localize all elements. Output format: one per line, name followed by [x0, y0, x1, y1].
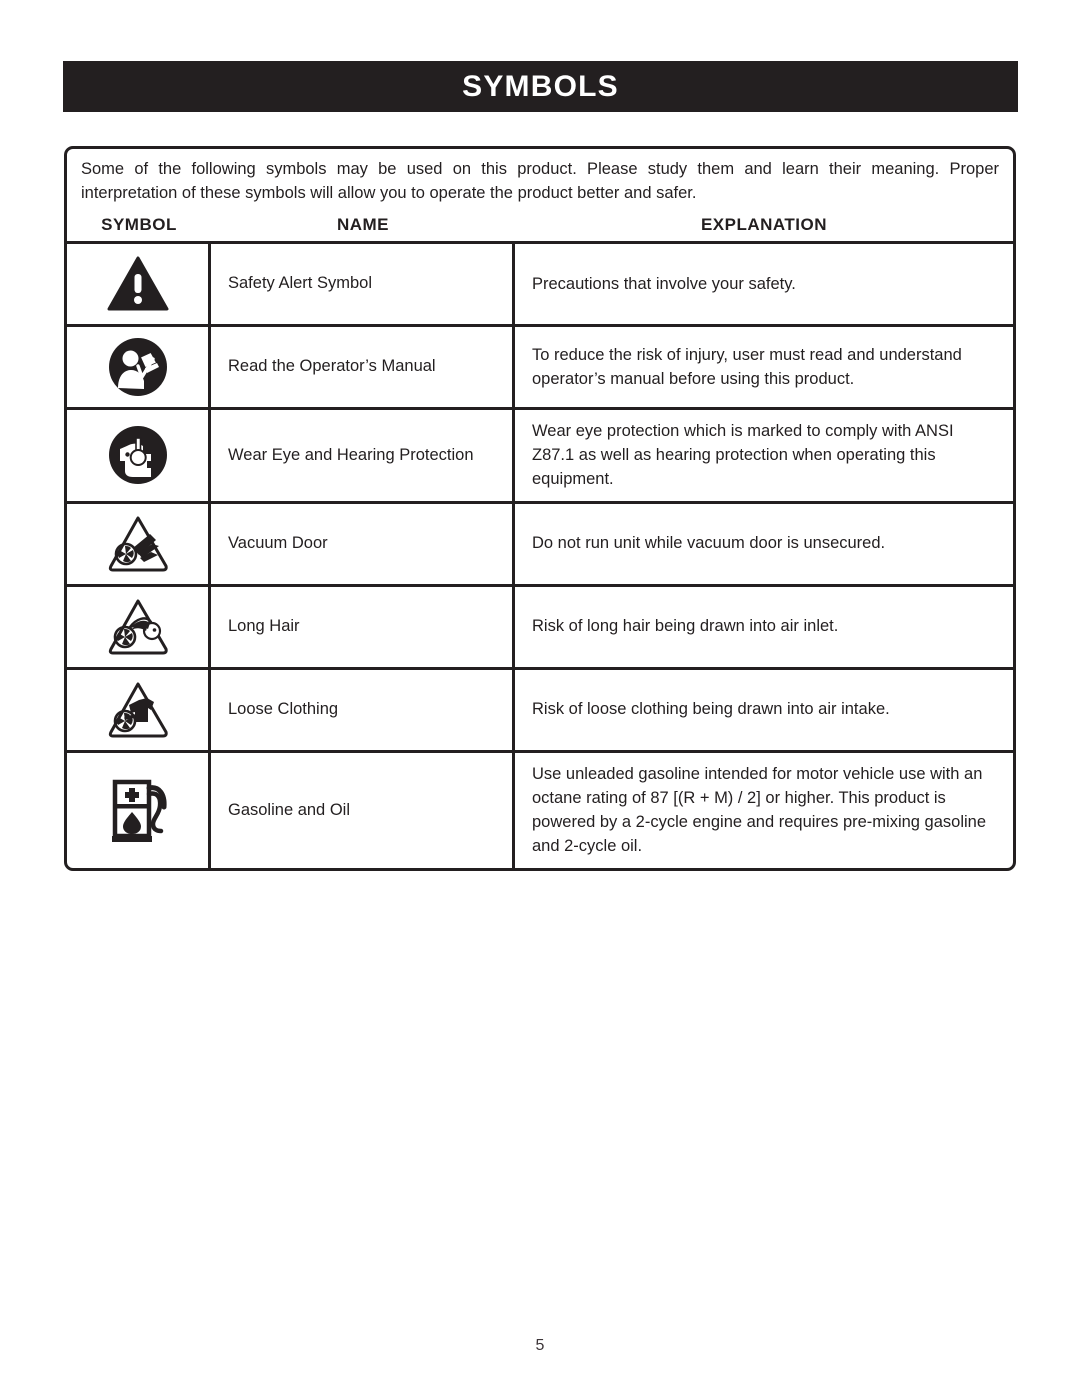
vacuum-door-warning-icon [106, 514, 170, 574]
symbol-name: Read the Operator’s Manual [211, 326, 515, 407]
symbol-cell [67, 409, 211, 501]
table-row: Read the Operator’s Manual To reduce the… [67, 326, 1013, 410]
symbol-cell [67, 669, 211, 750]
table-row: Long Hair Risk of long hair being drawn … [67, 586, 1013, 670]
symbol-explanation: Risk of long hair being drawn into air i… [532, 617, 839, 636]
column-header-symbol: SYMBOL [101, 214, 177, 234]
table-row: Wear Eye and Hearing Protection Wear eye… [67, 409, 1013, 504]
symbol-name: Loose Clothing [211, 669, 515, 750]
symbols-table: Some of the following symbols may be use… [64, 146, 1016, 871]
read-operators-manual-icon [107, 336, 169, 398]
symbol-explanation: Risk of loose clothing being drawn into … [532, 700, 890, 719]
symbol-name: Vacuum Door [211, 503, 515, 584]
symbol-explanation: Wear eye protection which is marked to c… [532, 421, 954, 489]
long-hair-warning-icon [106, 597, 170, 657]
intro-paragraph: Some of the following symbols may be use… [67, 149, 1013, 210]
gasoline-and-oil-pump-icon [105, 774, 171, 846]
table-header-row: SYMBOL NAME EXPLANATION [67, 210, 1013, 244]
safety-alert-triangle-icon [107, 256, 169, 312]
symbol-cell [67, 752, 211, 868]
page-title-band: SYMBOLS [63, 61, 1018, 112]
page-number: 5 [535, 1337, 545, 1354]
intro-line-1: Some of the following symbols may be use… [81, 160, 999, 178]
table-row: Loose Clothing Risk of loose clothing be… [67, 669, 1013, 753]
table-row: Vacuum Door Do not run unit while vacuum… [67, 503, 1013, 587]
symbol-explanation: Use unleaded gasoline intended for motor… [532, 764, 987, 856]
symbol-name: Wear Eye and Hearing Protection [211, 409, 515, 501]
symbol-cell [67, 243, 211, 324]
symbol-cell [67, 586, 211, 667]
symbol-cell [67, 503, 211, 584]
symbol-explanation: Precautions that involve your safety. [532, 274, 796, 293]
symbol-name: Gasoline and Oil [211, 752, 515, 868]
wear-eye-and-hearing-protection-icon [107, 424, 169, 486]
table-row: Gasoline and Oil Use unleaded gasoline i… [67, 752, 1013, 868]
table-row: Safety Alert Symbol Precautions that inv… [67, 243, 1013, 327]
column-header-name: NAME [336, 214, 390, 234]
intro-line-2: interpretation of these symbols will all… [81, 183, 697, 202]
column-header-explanation: EXPLANATION [700, 214, 828, 234]
symbol-explanation: Do not run unit while vacuum door is uns… [532, 534, 886, 553]
loose-clothing-warning-icon [106, 680, 170, 740]
symbol-cell [67, 326, 211, 407]
page-title: SYMBOLS [462, 69, 619, 103]
symbol-explanation: To reduce the risk of injury, user must … [532, 345, 962, 388]
symbol-name: Long Hair [211, 586, 515, 667]
symbol-name: Safety Alert Symbol [211, 243, 515, 324]
